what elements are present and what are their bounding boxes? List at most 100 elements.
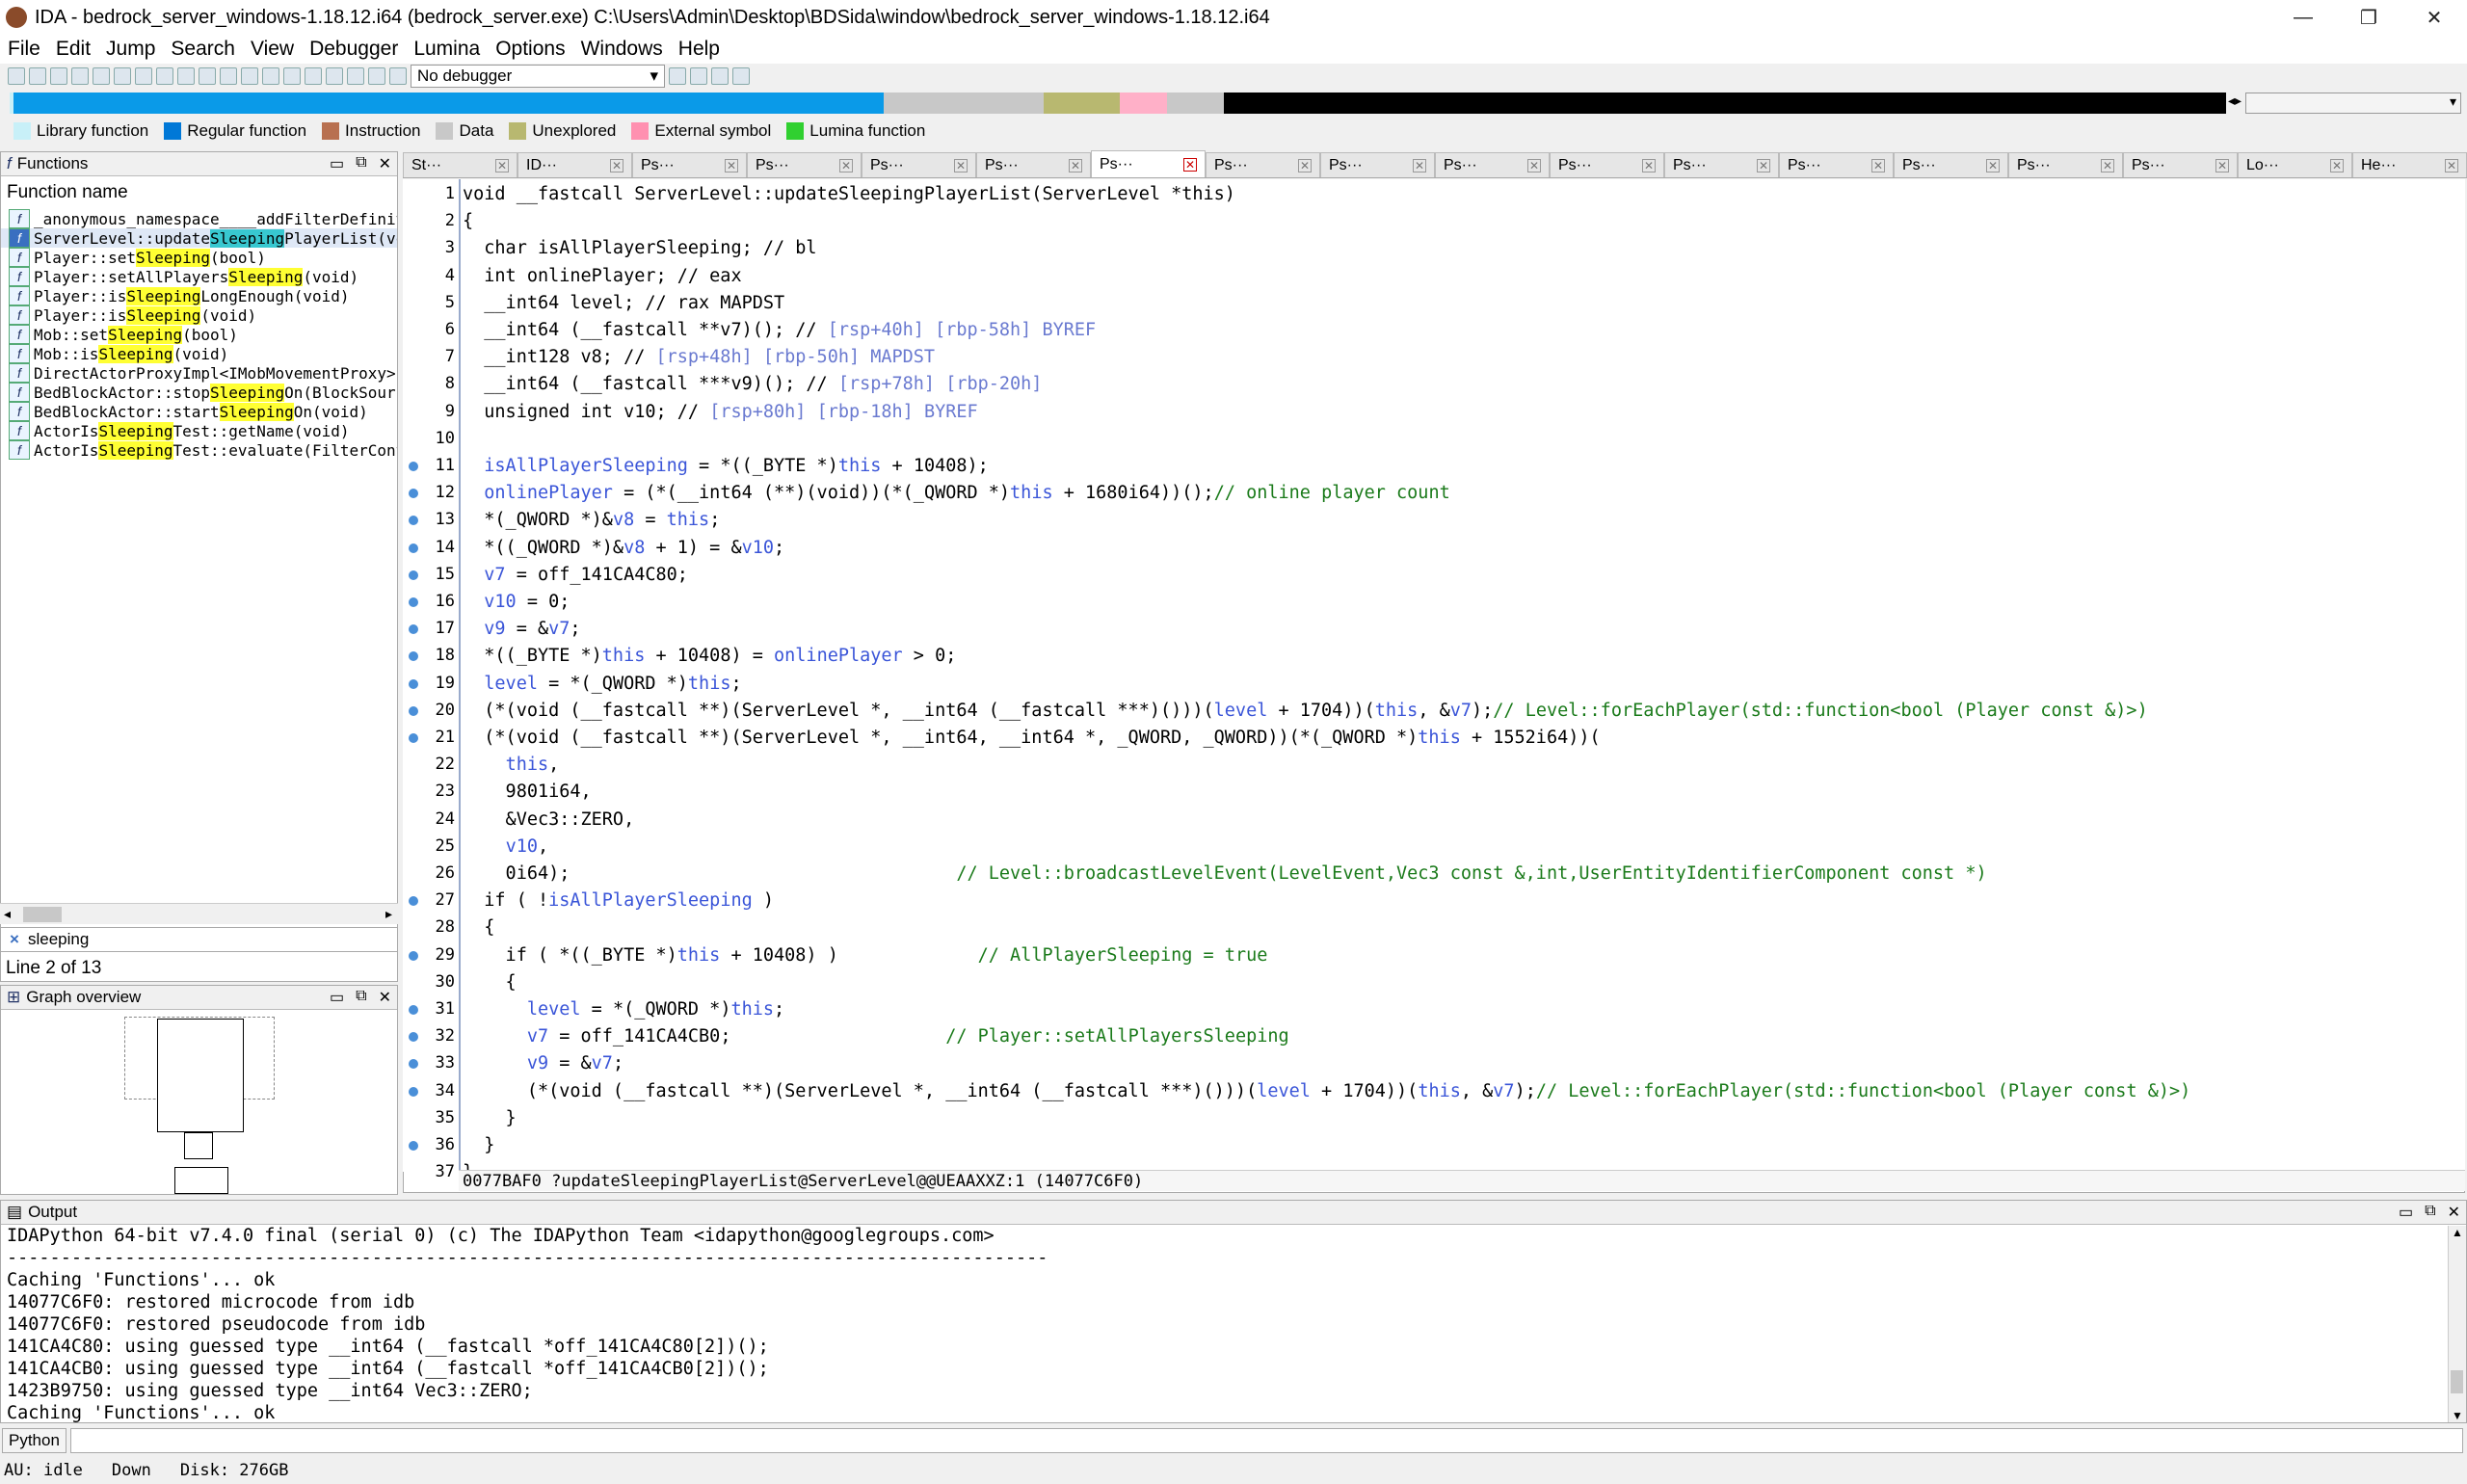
view-tab[interactable]: Ps··· ✕	[862, 152, 976, 177]
code-line[interactable]: }	[463, 1134, 494, 1156]
scroll-thumb[interactable]	[23, 907, 62, 922]
cli-language-button[interactable]: Python	[2, 1428, 66, 1453]
tab-close-icon[interactable]: ✕	[2330, 158, 2344, 172]
code-marker-dot[interactable]	[409, 1032, 418, 1043]
code-marker-dot[interactable]	[409, 624, 418, 635]
paste-icon[interactable]	[71, 67, 89, 85]
tab-close-icon[interactable]: ✕	[954, 158, 968, 172]
code-line[interactable]: v7 = off_141CA4C80;	[463, 564, 688, 586]
function-list-item[interactable]: f _anonymous_namespace____addFilterDefini…	[1, 209, 397, 228]
scroll-up-icon[interactable]: ▲	[2452, 1226, 2463, 1239]
jump-icon[interactable]	[156, 67, 173, 85]
graph-node[interactable]	[184, 1132, 213, 1159]
function-list-item[interactable]: f ActorIsSleepingTest::evaluate(FilterCon…	[1, 440, 397, 460]
code-icon[interactable]	[177, 67, 195, 85]
breakpoint-icon[interactable]	[711, 67, 729, 85]
tab-close-icon[interactable]: ✕	[1642, 158, 1656, 172]
code-line[interactable]: v10 = 0;	[463, 591, 570, 613]
tab-close-icon[interactable]: ✕	[1871, 158, 1885, 172]
tab-close-icon[interactable]: ✕	[839, 158, 853, 172]
code-marker-dot[interactable]	[409, 489, 418, 499]
code-line[interactable]: int onlinePlayer; // eax	[463, 265, 741, 287]
struct-icon[interactable]	[220, 67, 237, 85]
functions-horizontal-scrollbar[interactable]: ◂ ▸	[0, 903, 398, 924]
panel-float-icon[interactable]: ⧉	[356, 988, 366, 1007]
navigation-strip[interactable]	[10, 93, 2227, 114]
view-tab[interactable]: Lo··· ✕	[2238, 152, 2352, 177]
panel-close-icon[interactable]: ✕	[379, 988, 391, 1007]
code-line[interactable]: *(_QWORD *)&v8 = this;	[463, 509, 720, 531]
segment-select[interactable]: ▾	[2245, 93, 2461, 114]
menu-file[interactable]: File	[0, 38, 48, 61]
panel-float-icon[interactable]: ⧉	[356, 154, 366, 173]
code-marker-dot[interactable]	[409, 733, 418, 743]
code-line[interactable]: v9 = &v7;	[463, 618, 580, 640]
tab-close-icon[interactable]: ✕	[1183, 157, 1197, 172]
code-marker-dot[interactable]	[409, 705, 418, 716]
function-list-item[interactable]: f BedBlockActor::stopSleepingOn(BlockSour…	[1, 383, 397, 402]
tab-close-icon[interactable]: ✕	[2445, 158, 2458, 172]
graph-node[interactable]	[174, 1167, 228, 1194]
menu-options[interactable]: Options	[488, 38, 572, 61]
code-line[interactable]: if ( !isAllPlayerSleeping )	[463, 889, 774, 912]
code-line[interactable]: v10,	[463, 835, 549, 858]
panel-restore-icon[interactable]: ▭	[330, 154, 344, 173]
view-tab[interactable]: St··· ✕	[403, 152, 517, 177]
menu-debugger[interactable]: Debugger	[302, 38, 406, 61]
code-line[interactable]: v7 = off_141CA4CB0; // Player::setAllPla…	[463, 1025, 1289, 1047]
rename-icon[interactable]	[262, 67, 279, 85]
view-tab[interactable]: Ps··· ✕	[1320, 152, 1435, 177]
tab-close-icon[interactable]: ✕	[495, 158, 509, 172]
panel-restore-icon[interactable]: ▭	[2399, 1203, 2413, 1222]
function-list-item[interactable]: f Mob::isSleeping(void)	[1, 344, 397, 363]
output-vertical-scrollbar[interactable]: ▲ ▼	[2448, 1226, 2466, 1422]
debug-options-icon[interactable]	[669, 67, 686, 85]
tab-close-icon[interactable]: ✕	[725, 158, 738, 172]
view-tab[interactable]: He··· ✕	[2352, 152, 2467, 177]
code-marker-dot[interactable]	[409, 597, 418, 607]
scroll-right-icon[interactable]: ▸	[385, 906, 392, 922]
code-marker-dot[interactable]	[409, 896, 418, 907]
code-line[interactable]: {	[463, 210, 473, 232]
attach-icon[interactable]	[690, 67, 707, 85]
code-marker-dot[interactable]	[409, 543, 418, 553]
view-tab[interactable]: ID··· ✕	[517, 152, 632, 177]
code-marker-dot[interactable]	[409, 1005, 418, 1015]
panel-close-icon[interactable]: ✕	[379, 154, 391, 173]
code-marker-dot[interactable]	[409, 1059, 418, 1070]
view-tab[interactable]: Ps··· ✕	[1779, 152, 1894, 177]
function-list-item[interactable]: f Player::setAllPlayersSleeping(void)	[1, 267, 397, 286]
forward-icon[interactable]	[135, 67, 152, 85]
function-list-item[interactable]: f ActorIsSleepingTest::getName(void)	[1, 421, 397, 440]
menu-lumina[interactable]: Lumina	[406, 38, 488, 61]
code-line[interactable]: __int64 (__fastcall ***v9)(); // [rsp+78…	[463, 373, 1042, 395]
stop-icon[interactable]	[389, 67, 407, 85]
output-log[interactable]: IDAPython 64-bit v7.4.0 final (serial 0)…	[1, 1225, 2466, 1424]
panel-close-icon[interactable]: ✕	[2448, 1203, 2460, 1222]
view-tab[interactable]: Ps··· ✕	[1550, 152, 1664, 177]
view-tab[interactable]: Ps··· ✕	[1091, 150, 1206, 177]
tab-close-icon[interactable]: ✕	[610, 158, 623, 172]
code-line[interactable]: v9 = &v7;	[463, 1052, 623, 1074]
function-search-bar[interactable]: × sleeping	[0, 927, 398, 952]
panel-restore-icon[interactable]: ▭	[330, 988, 344, 1007]
menu-jump[interactable]: Jump	[98, 38, 163, 61]
menu-windows[interactable]: Windows	[573, 38, 671, 61]
panel-float-icon[interactable]: ⧉	[2425, 1203, 2435, 1222]
code-line[interactable]: (*(void (__fastcall **)(ServerLevel *, _…	[463, 727, 1600, 749]
view-tab[interactable]: Ps··· ✕	[747, 152, 862, 177]
view-tab[interactable]: Ps··· ✕	[1206, 152, 1320, 177]
debugger-select[interactable]: No debugger ▾	[411, 65, 665, 88]
tab-close-icon[interactable]: ✕	[2101, 158, 2114, 172]
data-icon[interactable]	[199, 67, 216, 85]
code-marker-dot[interactable]	[409, 651, 418, 662]
tab-close-icon[interactable]: ✕	[2215, 158, 2229, 172]
open-icon[interactable]	[8, 67, 25, 85]
code-line[interactable]: 0i64); // Level::broadcastLevelEvent(Lev…	[463, 862, 1987, 885]
code-marker-dot[interactable]	[409, 516, 418, 526]
code-marker-dot[interactable]	[409, 462, 418, 471]
code-line[interactable]: {	[463, 971, 517, 994]
code-line[interactable]: level = *(_QWORD *)this;	[463, 673, 741, 695]
menu-search[interactable]: Search	[163, 38, 243, 61]
tab-close-icon[interactable]: ✕	[1986, 158, 2000, 172]
